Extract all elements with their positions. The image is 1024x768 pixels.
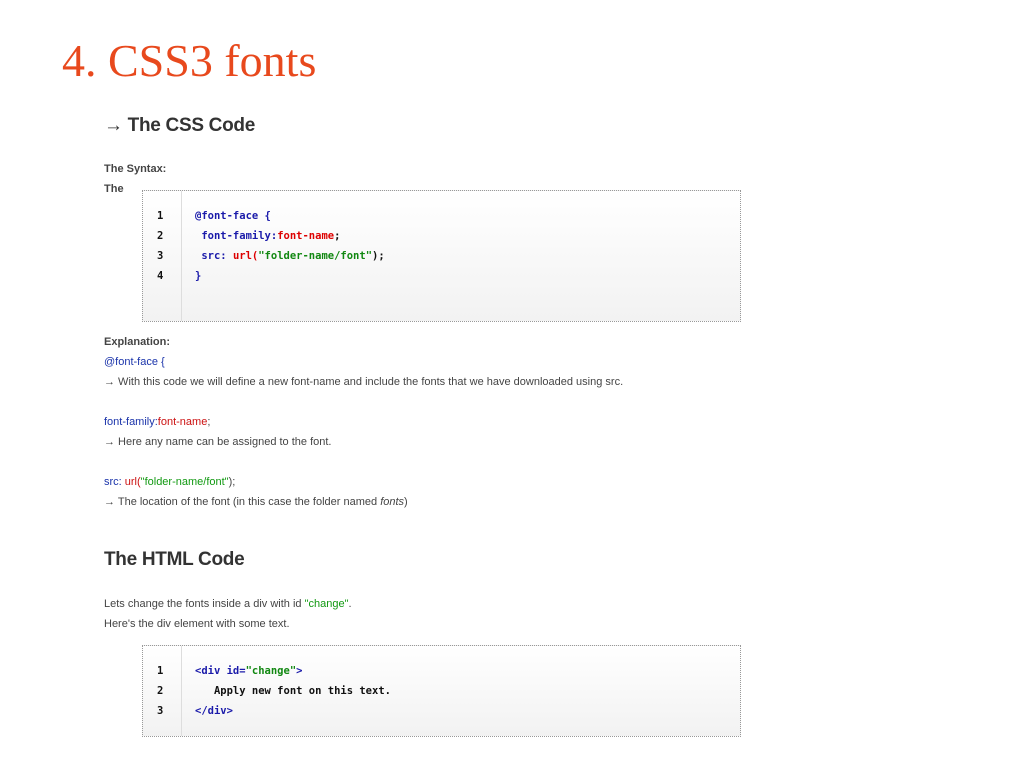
- code-token: @font-face {: [195, 210, 271, 222]
- code-line: 4 }: [143, 270, 740, 290]
- code-line: 2 font-family:font-name;: [143, 230, 740, 250]
- code-line: 3 src: url("folder-name/font");: [143, 250, 740, 270]
- html-code-block: 1 <div id="change"> 2 Apply new font on …: [142, 645, 741, 737]
- code-token: font-name: [277, 230, 335, 242]
- code-token: ;: [334, 230, 341, 242]
- explanation-code: src: url("folder-name/font");: [104, 476, 236, 488]
- code-token: </div>: [195, 705, 233, 717]
- code-token: );: [372, 250, 385, 262]
- explanation-code: @font-face {: [104, 356, 165, 368]
- css-code-heading: → The CSS Code: [104, 115, 255, 136]
- explanation-desc: → The location of the font (in this case…: [104, 496, 408, 508]
- explanation-desc: → With this code we will define a new fo…: [104, 376, 624, 388]
- html-intro-2: Here's the div element with some text.: [104, 618, 290, 630]
- line-number: 2: [157, 685, 164, 697]
- code-token: }: [195, 270, 202, 282]
- line-number: 1: [157, 210, 164, 222]
- explanation-desc: → Here any name can be assigned to the f…: [104, 436, 332, 448]
- code-line: 2 Apply new font on this text.: [143, 685, 740, 705]
- code-token: Apply new font on this text.: [195, 685, 391, 697]
- explanation-label: Explanation:: [104, 336, 171, 348]
- line-number: 3: [157, 705, 164, 717]
- line-number: 4: [157, 270, 164, 282]
- code-token: "folder-name/font": [258, 250, 373, 262]
- code-token: "change": [245, 665, 297, 677]
- code-token: url(: [232, 250, 259, 262]
- code-token: src:: [195, 250, 233, 262]
- screenshot-image: → The CSS Code The Syntax: The 1 @font-f…: [0, 0, 1024, 768]
- code-token: <div id=: [195, 665, 246, 677]
- line-number: 2: [157, 230, 164, 242]
- explanation-code: font-family:font-name;: [104, 416, 211, 428]
- css-code-block: 1 @font-face { 2 font-family:font-name; …: [142, 190, 741, 322]
- code-line: 3 </div>: [143, 705, 740, 725]
- syntax-intro: The: [104, 183, 124, 195]
- html-intro: Lets change the fonts inside a div with …: [104, 598, 352, 610]
- code-token: >: [296, 665, 303, 677]
- html-code-heading: The HTML Code: [104, 549, 245, 570]
- line-number: 3: [157, 250, 164, 262]
- line-number: 1: [157, 665, 164, 677]
- code-line: 1 @font-face {: [143, 210, 740, 230]
- code-line: 1 <div id="change">: [143, 665, 740, 685]
- code-token: font-family:: [195, 230, 278, 242]
- syntax-label: The Syntax:: [104, 163, 167, 175]
